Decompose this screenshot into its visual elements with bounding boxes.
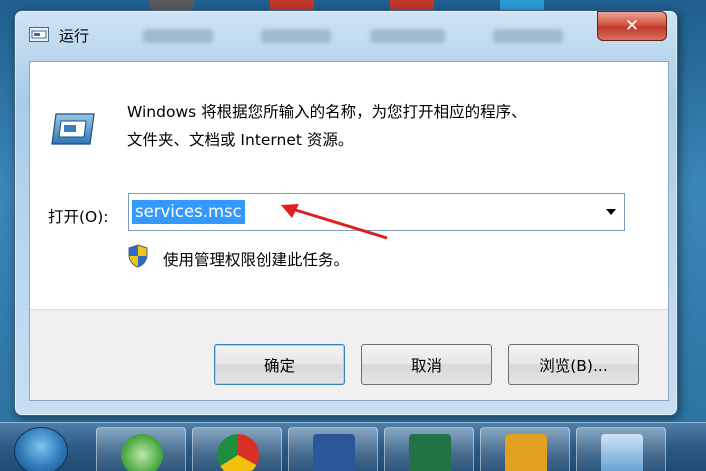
run-dialog: 运行 ✕ Windows 将根据您所输入的名称，为您打开相应的程序、 文件夹、文… xyxy=(14,10,678,416)
close-button[interactable]: ✕ xyxy=(597,11,667,41)
cancel-button-label: 取消 xyxy=(410,356,442,375)
taskbar-app-button[interactable] xyxy=(480,427,570,471)
run-program-icon xyxy=(51,113,95,145)
admin-privilege-note: 使用管理权限创建此任务。 xyxy=(163,251,350,269)
start-icon[interactable] xyxy=(14,427,68,471)
taskbar-ie-button[interactable] xyxy=(96,427,186,471)
blurred-background-text xyxy=(493,29,563,43)
chrome-icon xyxy=(217,434,259,471)
open-label: 打开(O): xyxy=(48,208,109,226)
blurred-background-text xyxy=(143,29,213,43)
description-line: 文件夹、文档或 Internet 资源。 xyxy=(127,131,354,149)
app-icon xyxy=(505,434,547,471)
browse-button-label: 浏览(B)... xyxy=(539,356,608,375)
browse-button[interactable]: 浏览(B)... xyxy=(508,344,639,385)
close-icon: ✕ xyxy=(624,16,640,36)
cancel-button[interactable]: 取消 xyxy=(361,344,492,385)
dialog-content-area: Windows 将根据您所输入的名称，为您打开相应的程序、 文件夹、文档或 In… xyxy=(30,62,668,310)
blurred-background-text xyxy=(370,29,445,43)
taskbar-run-button[interactable] xyxy=(576,427,666,471)
uac-shield-icon xyxy=(128,244,148,268)
description-line: Windows 将根据您所输入的名称，为您打开相应的程序、 xyxy=(127,103,527,121)
run-icon xyxy=(29,27,49,42)
open-input[interactable]: services.msc xyxy=(132,200,245,224)
ok-button[interactable]: 确定 xyxy=(214,344,345,385)
run-icon xyxy=(601,434,643,471)
taskbar-excel-button[interactable] xyxy=(384,427,474,471)
ok-button-label: 确定 xyxy=(263,356,295,375)
window-title: 运行 xyxy=(59,27,90,45)
dialog-body: Windows 将根据您所输入的名称，为您打开相应的程序、 文件夹、文档或 In… xyxy=(29,61,669,401)
title-bar[interactable]: 运行 ✕ xyxy=(15,11,677,55)
blurred-background-text xyxy=(261,29,331,43)
taskbar-word-button[interactable] xyxy=(288,427,378,471)
ie-icon xyxy=(121,434,163,471)
taskbar-chrome-button[interactable] xyxy=(192,427,282,471)
dialog-description: Windows 将根据您所输入的名称，为您打开相应的程序、 文件夹、文档或 In… xyxy=(127,98,647,154)
excel-icon xyxy=(409,434,451,471)
annotation-arrow-icon xyxy=(281,204,388,240)
word-icon xyxy=(313,434,355,471)
dropdown-arrow-icon[interactable] xyxy=(606,209,616,215)
taskbar xyxy=(0,422,706,471)
